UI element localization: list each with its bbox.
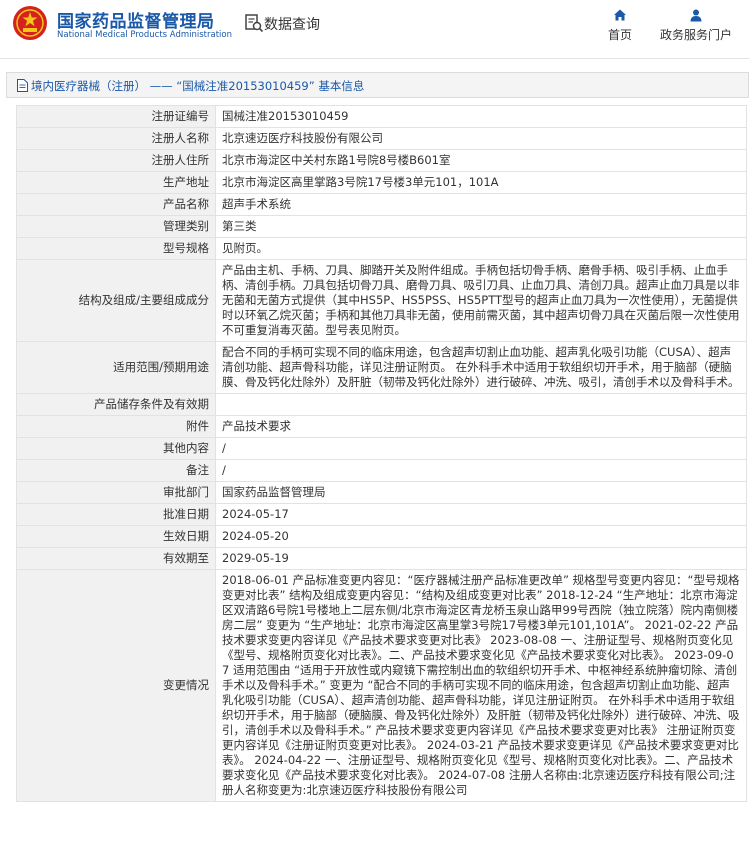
field-label: 结构及组成/主要组成成分 [16,259,216,342]
field-value: 国家药品监督管理局 [215,481,747,504]
field-label: 生产地址 [16,171,216,194]
field-value: 北京速迈医疗科技股份有限公司 [215,127,747,150]
field-value: 产品技术要求 [215,415,747,438]
table-row: 变更情况 2018-06-01 产品标准变更内容见：“医疗器械注册产品标准更改单”… [16,569,747,802]
field-value: 产品由主机、手柄、刀具、脚踏开关及附件组成。手柄包括切骨手柄、磨骨手柄、吸引手柄… [215,259,747,342]
table-row: 管理类别 第三类 [16,215,747,238]
nav-services-label: 政务服务门户 [659,28,732,42]
field-value: / [215,459,747,482]
table-row: 注册人住所 北京市海淀区中关村东路1号院8号楼B601室 [16,149,747,172]
table-row: 适用范围/预期用途 配合不同的手柄可实现不同的临床用途，包含超声切割止血功能、超声… [16,341,747,394]
data-query-link[interactable]: 数据查询 [264,14,320,34]
field-label: 备注 [16,459,216,482]
nav-home-label: 首页 [607,28,632,42]
field-value: 国械注准20153010459 [215,105,747,128]
table-row: 审批部门 国家药品监督管理局 [16,481,747,504]
field-label: 注册证编号 [16,105,216,128]
field-label: 型号规格 [16,237,216,260]
table-row: 结构及组成/主要组成成分 产品由主机、手柄、刀具、脚踏开关及附件组成。手柄包括切骨… [16,259,747,342]
field-label: 注册人名称 [16,127,216,150]
field-label: 变更情况 [16,569,216,802]
table-row: 备注 / [16,459,747,482]
table-row: 生产地址 北京市海淀区高里掌路3号院17号楼3单元101，101A [16,171,747,194]
field-value: 2018-06-01 产品标准变更内容见：“医疗器械注册产品标准更改单” 规格型… [215,569,747,802]
national-emblem-icon [13,6,47,40]
site-header: 国家药品监督管理局 National Medical Products Admi… [0,0,749,59]
field-label: 产品名称 [16,193,216,216]
brand-title: 国家药品监督管理局 [57,12,215,32]
home-icon [614,9,626,21]
field-label: 管理类别 [16,215,216,238]
table-row: 注册证编号 国械注准20153010459 [16,105,747,128]
field-value: 2024-05-17 [215,503,747,526]
field-label: 审批部门 [16,481,216,504]
nav-home[interactable]: 首页 [604,8,636,43]
field-label: 其他内容 [16,437,216,460]
document-icon [17,79,28,92]
field-value: 超声手术系统 [215,193,747,216]
field-label: 附件 [16,415,216,438]
table-row: 附件 产品技术要求 [16,415,747,438]
table-row: 型号规格 见附页。 [16,237,747,260]
table-row: 其他内容 / [16,437,747,460]
field-value: 配合不同的手柄可实现不同的临床用途，包含超声切割止血功能、超声乳化吸引功能（CU… [215,341,747,394]
table-row: 产品储存条件及有效期 [16,393,747,416]
field-label: 注册人住所 [16,149,216,172]
table-row: 注册人名称 北京速迈医疗科技股份有限公司 [16,127,747,150]
field-label: 有效期至 [16,547,216,570]
field-value [215,393,747,416]
registration-detail-table: 注册证编号 国械注准20153010459 注册人名称 北京速迈医疗科技股份有限公司… [16,105,747,802]
breadcrumb-text[interactable]: 境内医疗器械（注册） —— “国械注准20153010459” 基本信息 [31,78,364,94]
field-value: 北京市海淀区中关村东路1号院8号楼B601室 [215,149,747,172]
field-label: 生效日期 [16,525,216,548]
data-query-icon [245,14,264,33]
table-row: 产品名称 超声手术系统 [16,193,747,216]
field-value: 北京市海淀区高里掌路3号院17号楼3单元101，101A [215,171,747,194]
field-value: 2029-05-19 [215,547,747,570]
field-label: 批准日期 [16,503,216,526]
field-value: 见附页。 [215,237,747,260]
table-row: 有效期至 2029-05-19 [16,547,747,570]
nav-services-portal[interactable]: 政务服务门户 [656,8,736,43]
user-icon [690,9,702,22]
table-row: 批准日期 2024-05-17 [16,503,747,526]
breadcrumb: 境内医疗器械（注册） —— “国械注准20153010459” 基本信息 [6,72,749,98]
field-label: 适用范围/预期用途 [16,341,216,394]
brand-subtitle: National Medical Products Administration [57,30,232,40]
field-value: / [215,437,747,460]
field-value: 第三类 [215,215,747,238]
table-row: 生效日期 2024-05-20 [16,525,747,548]
field-label: 产品储存条件及有效期 [16,393,216,416]
field-value: 2024-05-20 [215,525,747,548]
